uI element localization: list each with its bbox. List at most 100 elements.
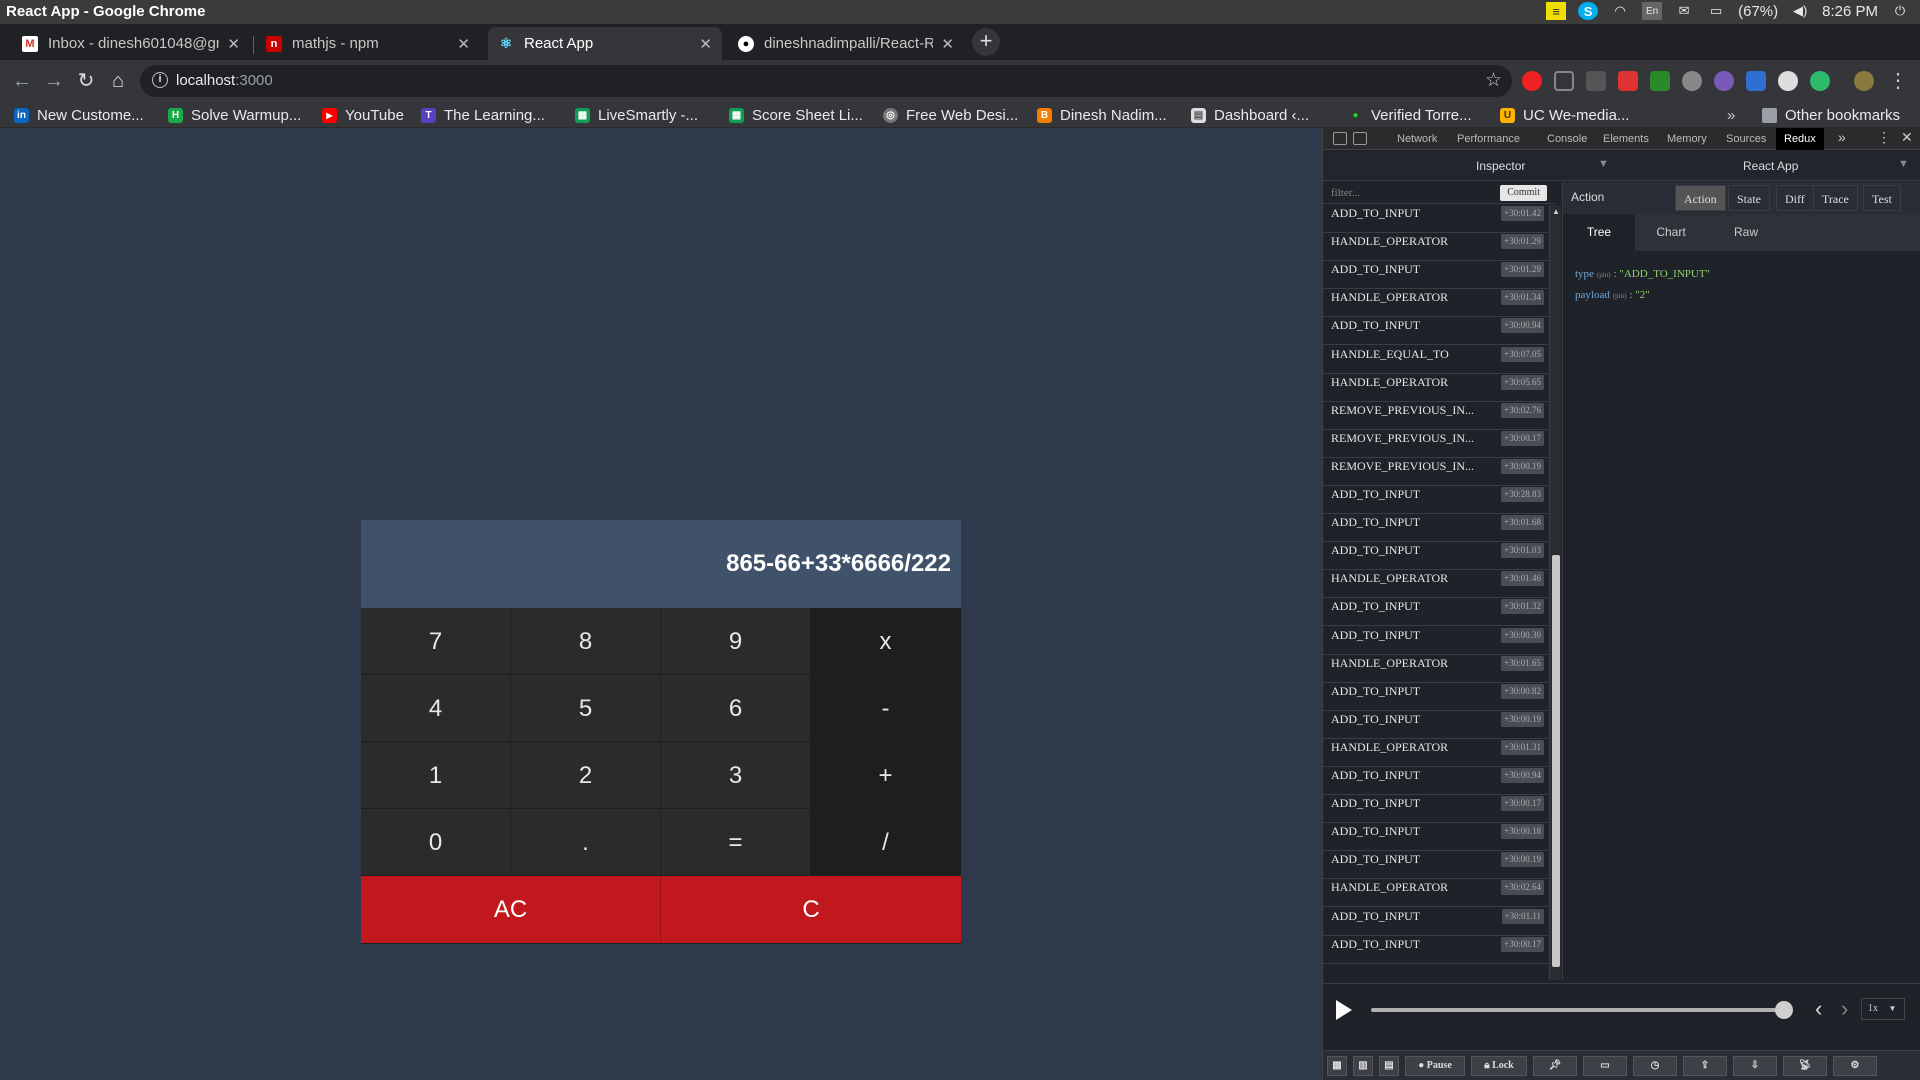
bookmarks-overflow-icon[interactable]: » xyxy=(1727,105,1735,125)
action-row[interactable]: ADD_TO_INPUT +30:00.94 xyxy=(1323,317,1548,346)
bookmark-item[interactable]: ● Verified Torre... xyxy=(1348,105,1471,125)
tab-gmail[interactable]: M Inbox - dinesh601048@gmail.com ✕ xyxy=(12,27,250,60)
power-icon[interactable]: ⏻ xyxy=(1890,2,1910,20)
bookmark-item[interactable]: ◎ Free Web Desi... xyxy=(883,105,1018,125)
action-row[interactable]: HANDLE_OPERATOR +30:01.34 xyxy=(1323,289,1548,318)
extension-blue-icon[interactable] xyxy=(1746,71,1766,91)
subtab-raw[interactable]: Raw xyxy=(1710,214,1782,251)
key-subtract[interactable]: - xyxy=(811,675,961,742)
action-row[interactable]: HANDLE_OPERATOR +30:01.29 xyxy=(1323,233,1548,262)
pause-button[interactable]: ● Pause xyxy=(1405,1056,1465,1076)
devtools-tab-elements[interactable]: Elements xyxy=(1599,128,1653,150)
layout-split-icon[interactable]: ▥ xyxy=(1353,1056,1373,1076)
key-6[interactable]: 6 xyxy=(661,675,811,742)
action-row[interactable]: ADD_TO_INPUT +30:01.68 xyxy=(1323,514,1548,543)
action-row[interactable]: HANDLE_OPERATOR +30:05.65 xyxy=(1323,374,1548,402)
site-info-icon[interactable]: i xyxy=(152,72,168,88)
bookmark-item[interactable]: B Dinesh Nadim... xyxy=(1037,105,1167,125)
bookmark-item[interactable]: ▤ Dashboard ‹... xyxy=(1191,105,1309,125)
device-toolbar-icon[interactable] xyxy=(1353,132,1367,145)
chevron-down-icon[interactable]: ▼ xyxy=(1598,158,1609,170)
extension-adblock-icon[interactable] xyxy=(1522,71,1542,91)
key-divide[interactable]: / xyxy=(811,809,961,876)
devtools-tab-console[interactable]: Console xyxy=(1543,128,1591,150)
bookmark-star-icon[interactable]: ☆ xyxy=(1485,69,1502,92)
view-action-button[interactable]: Action xyxy=(1675,185,1726,211)
inspect-element-icon[interactable] xyxy=(1333,132,1347,145)
settings-icon[interactable]: ⚙ xyxy=(1833,1056,1877,1076)
pin-hint[interactable]: (pin) xyxy=(1597,271,1611,279)
filter-input[interactable]: filter... xyxy=(1331,187,1360,199)
action-row[interactable]: ADD_TO_INPUT +30:00.17 xyxy=(1323,936,1548,964)
bookmark-item[interactable]: U UC We-media... xyxy=(1500,105,1629,125)
slider-track[interactable] xyxy=(1371,1008,1783,1012)
all-clear-button[interactable]: AC xyxy=(361,876,661,944)
action-row[interactable]: HANDLE_OPERATOR +30:02.64 xyxy=(1323,879,1548,908)
extension-c-icon[interactable] xyxy=(1586,71,1606,91)
dispatcher-icon[interactable]: ▭ xyxy=(1583,1056,1627,1076)
slider-knob[interactable] xyxy=(1775,1001,1793,1019)
speed-select[interactable]: 1x ▼ xyxy=(1861,998,1905,1020)
tab-react-app[interactable]: ⚛ React App ✕ xyxy=(488,27,722,60)
pin-hint[interactable]: (pin) xyxy=(1613,292,1627,300)
devtools-tab-sources[interactable]: Sources xyxy=(1722,128,1770,150)
action-row[interactable]: HANDLE_OPERATOR +30:01.46 xyxy=(1323,570,1548,599)
action-row[interactable]: HANDLE_OPERATOR +30:01.65 xyxy=(1323,655,1548,683)
export-icon[interactable]: ⇩ xyxy=(1733,1056,1777,1076)
key-equals[interactable]: = xyxy=(661,809,811,876)
wifi-icon[interactable]: ◠ xyxy=(1610,2,1630,20)
action-row[interactable]: HANDLE_OPERATOR +30:01.31 xyxy=(1323,739,1548,767)
commit-button[interactable]: Commit xyxy=(1500,185,1547,201)
close-icon[interactable]: ✕ xyxy=(941,35,954,53)
key-0[interactable]: 0 xyxy=(361,809,511,876)
bookmark-item[interactable]: in New Custome... xyxy=(14,105,144,125)
layout-grid-icon[interactable]: ▤ xyxy=(1379,1056,1399,1076)
close-icon[interactable]: ✕ xyxy=(457,35,470,53)
close-icon[interactable]: ✕ xyxy=(699,35,712,53)
play-icon[interactable] xyxy=(1336,1000,1352,1020)
extension-white-icon[interactable] xyxy=(1778,71,1798,91)
bookmark-item[interactable]: ▦ Score Sheet Li... xyxy=(729,105,863,125)
extension-red-icon[interactable] xyxy=(1618,71,1638,91)
chevron-down-icon[interactable]: ▼ xyxy=(1898,158,1909,170)
key-5[interactable]: 5 xyxy=(511,675,661,742)
close-icon[interactable]: ✕ xyxy=(227,35,240,53)
layout-icon[interactable]: ▦ xyxy=(1327,1056,1347,1076)
action-row[interactable]: ADD_TO_INPUT +30:01.32 xyxy=(1323,598,1548,627)
action-row[interactable]: ADD_TO_INPUT +30:00.17 xyxy=(1323,795,1548,824)
remote-icon[interactable]: 📡︎ xyxy=(1783,1056,1827,1076)
key-4[interactable]: 4 xyxy=(361,675,511,742)
extension-brackets-icon[interactable] xyxy=(1554,71,1574,91)
action-row[interactable]: ADD_TO_INPUT +30:28.83 xyxy=(1323,486,1548,514)
monitor-select[interactable]: Inspector xyxy=(1476,159,1525,173)
devtools-tab-performance[interactable]: Performance xyxy=(1453,128,1524,150)
action-row[interactable]: ADD_TO_INPUT +30:00.18 xyxy=(1323,823,1548,852)
scrollbar-thumb[interactable] xyxy=(1552,555,1560,967)
key-8[interactable]: 8 xyxy=(511,608,661,675)
action-row[interactable]: ADD_TO_INPUT +30:00.82 xyxy=(1323,683,1548,711)
action-row[interactable]: ADD_TO_INPUT +30:00.19 xyxy=(1323,711,1548,739)
action-row[interactable]: ADD_TO_INPUT +30:01.29 xyxy=(1323,261,1548,290)
subtab-tree[interactable]: Tree xyxy=(1563,214,1635,251)
key-3[interactable]: 3 xyxy=(661,742,811,809)
devtools-tab-memory[interactable]: Memory xyxy=(1663,128,1711,150)
extension-owl-icon[interactable] xyxy=(1714,71,1734,91)
menu-kebab-icon[interactable]: ⋮ xyxy=(1886,69,1910,93)
url-text[interactable]: localhost:3000 xyxy=(176,72,273,89)
key-1[interactable]: 1 xyxy=(361,742,511,809)
key-decimal[interactable]: . xyxy=(511,809,661,876)
clock[interactable]: 8:26 PM xyxy=(1822,3,1878,20)
scroll-up-icon[interactable]: ▲ xyxy=(1552,207,1560,216)
back-icon[interactable]: ← xyxy=(10,69,34,93)
action-list-scrollbar[interactable]: ▲ xyxy=(1549,205,1561,980)
view-trace-button[interactable]: Trace xyxy=(1813,185,1858,211)
tab-mathjs[interactable]: n mathjs - npm ✕ xyxy=(256,27,480,60)
bookmark-item[interactable]: T The Learning... xyxy=(421,105,545,125)
bookmark-item[interactable]: H Solve Warmup... xyxy=(168,105,301,125)
mail-icon[interactable]: ✉ xyxy=(1674,2,1694,20)
skype-icon[interactable]: S xyxy=(1578,2,1599,20)
new-tab-button[interactable]: + xyxy=(972,28,1000,56)
view-diff-button[interactable]: Diff xyxy=(1776,185,1814,211)
action-row[interactable]: ADD_TO_INPUT +30:00.30 xyxy=(1323,627,1548,655)
view-test-button[interactable]: Test xyxy=(1863,185,1901,211)
